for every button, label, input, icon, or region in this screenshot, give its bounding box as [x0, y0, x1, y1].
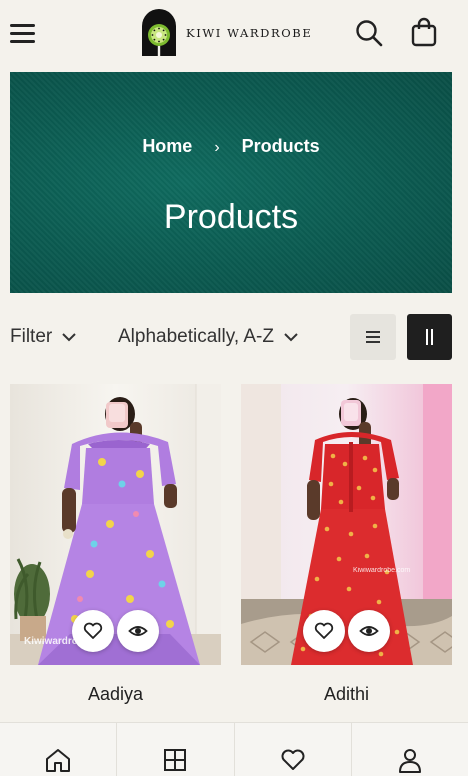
grid-view-button[interactable] [407, 314, 452, 360]
breadcrumb: Home › Products [10, 136, 452, 157]
watermark-text: Kiwiwardro [24, 636, 78, 647]
breadcrumb-separator: › [214, 139, 220, 156]
kiwi-logo-icon [142, 9, 176, 56]
shopping-bag-icon[interactable] [408, 16, 440, 48]
product-card: Kiwiwardrobe.com Adithi [241, 384, 452, 704]
wishlist-button[interactable] [72, 610, 114, 652]
product-title[interactable]: Aadiya [10, 684, 221, 705]
nav-home[interactable] [0, 723, 118, 776]
grid-view-icon [426, 329, 433, 345]
chevron-down-icon [62, 332, 76, 341]
heart-icon [83, 622, 103, 639]
chevron-down-icon [284, 332, 298, 341]
eye-icon [359, 626, 379, 636]
hamburger-menu-icon[interactable] [10, 22, 36, 44]
product-image[interactable]: Kiwiwardro [10, 384, 221, 665]
nav-collections[interactable] [117, 723, 235, 776]
home-icon [46, 749, 71, 772]
quick-view-button[interactable] [117, 610, 159, 652]
filter-label: Filter [10, 326, 53, 347]
nav-account[interactable] [352, 723, 468, 776]
wishlist-button[interactable] [303, 610, 345, 652]
grid-icon [164, 749, 187, 771]
product-photo: Kiwiwardro [10, 384, 221, 665]
heart-icon [281, 749, 305, 770]
bottom-navigation [0, 722, 468, 776]
list-view-button[interactable] [350, 314, 396, 360]
breadcrumb-products[interactable]: Products [242, 136, 320, 156]
sort-dropdown[interactable]: Alphabetically, A-Z [118, 326, 298, 348]
breadcrumb-home[interactable]: Home [142, 136, 192, 156]
page-title: Products [163, 198, 299, 236]
watermark-text: Kiwiwardrobe.com [353, 567, 410, 574]
product-title[interactable]: Adithi [241, 684, 452, 705]
eye-icon [128, 626, 148, 636]
search-icon[interactable] [354, 18, 384, 48]
heart-icon [314, 622, 334, 639]
sort-label: Alphabetically, A-Z [118, 326, 274, 347]
quick-view-button[interactable] [348, 610, 390, 652]
brand-logo[interactable]: KIWI WARDROBE [140, 8, 312, 58]
list-view-icon [366, 331, 380, 343]
brand-name: KIWI WARDROBE [186, 26, 313, 40]
collection-toolbar: Filter Alphabetically, A-Z [10, 314, 452, 360]
filter-button[interactable]: Filter [10, 326, 76, 348]
product-image[interactable]: Kiwiwardrobe.com [241, 384, 452, 665]
nav-wishlist[interactable] [235, 723, 352, 776]
site-header: KIWI WARDROBE [0, 0, 468, 68]
page-hero-banner: Home › Products Products [10, 72, 452, 293]
user-icon [398, 749, 421, 773]
product-card: Kiwiwardro Aadiya [10, 384, 221, 704]
product-photo: Kiwiwardrobe.com [241, 384, 452, 665]
